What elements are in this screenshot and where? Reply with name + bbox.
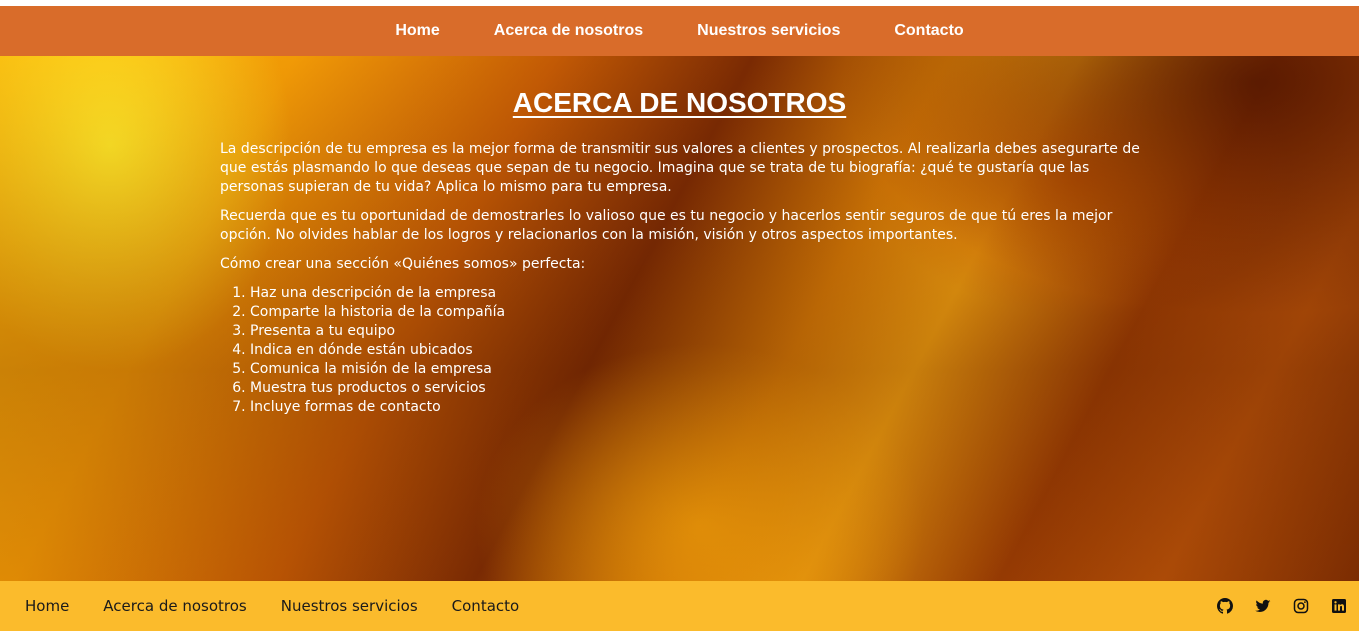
footer-about-link[interactable]: Acerca de nosotros — [103, 597, 246, 615]
twitter-icon[interactable] — [1255, 598, 1271, 614]
github-icon[interactable] — [1217, 598, 1233, 614]
footer: Home Acerca de nosotros Nuestros servici… — [0, 581, 1359, 631]
footer-services-link[interactable]: Nuestros servicios — [281, 597, 418, 615]
nav-services-link[interactable]: Nuestros servicios — [697, 22, 840, 40]
nav-contact-link[interactable]: Contacto — [894, 22, 963, 40]
nav-about-link[interactable]: Acerca de nosotros — [494, 22, 643, 40]
list-item: Incluye formas de contacto — [250, 398, 1150, 417]
social-links — [1217, 581, 1347, 631]
instagram-icon[interactable] — [1293, 598, 1309, 614]
footer-home-link[interactable]: Home — [25, 597, 69, 615]
list-item: Presenta a tu equipo — [250, 322, 1150, 341]
opportunity-paragraph: Recuerda que es tu oportunidad de demost… — [220, 208, 1113, 243]
list-item: Comparte la historia de la compañía — [250, 303, 1150, 322]
footer-links: Home Acerca de nosotros Nuestros servici… — [0, 597, 553, 615]
about-content: La descripción de tu empresa es la mejor… — [220, 140, 1150, 417]
list-item: Indica en dónde están ubicados — [250, 341, 1150, 360]
about-section: ACERCA DE NOSOTROS La descripción de tu … — [0, 56, 1359, 581]
top-navigation: Home Acerca de nosotros Nuestros servici… — [0, 6, 1359, 56]
list-item: Muestra tus productos o servicios — [250, 379, 1150, 398]
nav-home-link[interactable]: Home — [395, 22, 439, 40]
linkedin-icon[interactable] — [1331, 598, 1347, 614]
list-item: Haz una descripción de la empresa — [250, 284, 1150, 303]
page-title: ACERCA DE NOSOTROS — [512, 86, 847, 118]
list-item: Comunica la misión de la empresa — [250, 360, 1150, 379]
intro-paragraph: La descripción de tu empresa es la mejor… — [220, 141, 1140, 195]
footer-contact-link[interactable]: Contacto — [452, 597, 520, 615]
steps-heading: Cómo crear una sección «Quiénes somos» p… — [220, 256, 586, 272]
steps-list: Haz una descripción de la empresa Compar… — [220, 284, 1150, 417]
